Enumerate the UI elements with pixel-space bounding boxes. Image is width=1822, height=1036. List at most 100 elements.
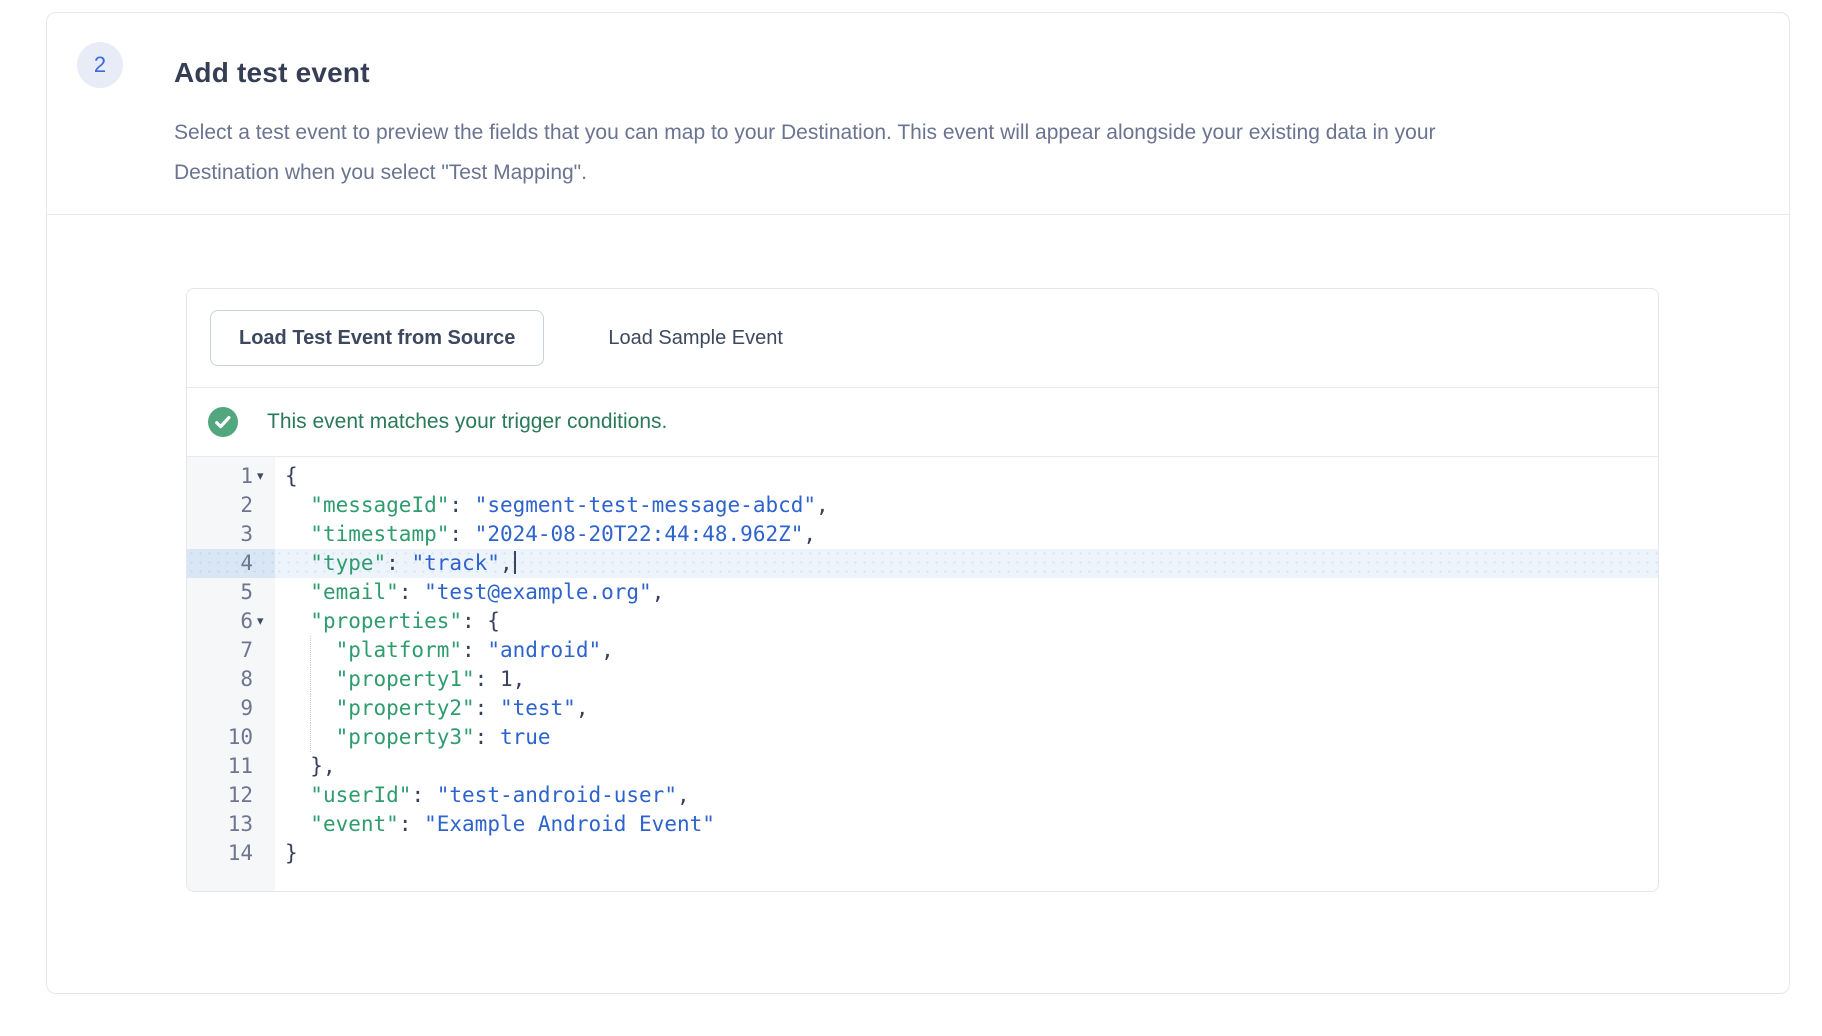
fold-arrow-icon[interactable]: ▾ (253, 607, 275, 636)
code-line-text: "userId": "test-android-user", (275, 781, 1658, 810)
line-number-gutter: 14 (187, 839, 275, 868)
code-line[interactable]: 11 }, (187, 752, 1658, 781)
line-number-gutter: 5 (187, 578, 275, 607)
divider (47, 214, 1789, 215)
text-cursor (514, 551, 516, 574)
code-line[interactable]: 8 "property1": 1, (187, 665, 1658, 694)
code-whitespace (285, 551, 310, 575)
code-token-punct: : (411, 783, 436, 807)
line-number-gutter: 9 (187, 694, 275, 723)
line-number-gutter: 8 (187, 665, 275, 694)
code-token-punct: : (475, 725, 500, 749)
code-token-punct: : (449, 522, 474, 546)
code-line[interactable]: 9 "property2": "test", (187, 694, 1658, 723)
code-line[interactable]: 6▾ "properties": { (187, 607, 1658, 636)
code-token-punct: : (475, 696, 500, 720)
code-line[interactable]: 4 "type": "track", (187, 549, 1658, 578)
line-number: 5 (240, 578, 253, 607)
code-token-punct: : (462, 638, 487, 662)
indent-guide-line (310, 694, 311, 723)
step-number-badge: 2 (77, 42, 123, 88)
line-number: 1 (240, 462, 253, 491)
code-line-text: "properties": { (275, 607, 1658, 636)
code-token-str: "test" (500, 696, 576, 720)
code-token-punct: { (285, 464, 298, 488)
code-line-text: "property2": "test", (275, 694, 1658, 723)
code-token-num: 1 (500, 667, 513, 691)
code-line[interactable]: 12 "userId": "test-android-user", (187, 781, 1658, 810)
line-number: 9 (240, 694, 253, 723)
code-token-key: "platform" (336, 638, 462, 662)
code-token-punct: : (399, 580, 424, 604)
line-number: 2 (240, 491, 253, 520)
line-number: 13 (228, 810, 253, 839)
code-token-key: "timestamp" (310, 522, 449, 546)
line-number: 8 (240, 665, 253, 694)
code-token-str: "2024-08-20T22:44:48.962Z" (475, 522, 804, 546)
code-token-key: "type" (310, 551, 386, 575)
step-card: 2 Add test event Select a test event to … (46, 12, 1790, 994)
code-line[interactable]: 13 "event": "Example Android Event" (187, 810, 1658, 839)
code-whitespace (285, 754, 310, 778)
load-sample-event-button[interactable]: Load Sample Event (602, 326, 789, 351)
code-token-punct: , (500, 551, 513, 575)
code-token-punct: : (386, 551, 411, 575)
indent-guide-line (310, 723, 311, 752)
code-token-key: "property2" (336, 696, 475, 720)
code-token-punct: , (803, 522, 816, 546)
code-token-key: "messageId" (310, 493, 449, 517)
load-test-event-button[interactable]: Load Test Event from Source (210, 310, 544, 366)
code-token-str: "segment-test-message-abcd" (475, 493, 816, 517)
test-event-panel: Load Test Event from Source Load Sample … (186, 288, 1659, 892)
code-token-punct: : (399, 812, 424, 836)
code-line-text: "platform": "android", (275, 636, 1658, 665)
code-whitespace (285, 812, 310, 836)
code-token-punct: , (601, 638, 614, 662)
code-token-key: "userId" (310, 783, 411, 807)
code-token-str: "track" (411, 551, 500, 575)
indent-guide-line (310, 636, 311, 665)
step-description: Select a test event to preview the field… (174, 113, 1504, 193)
line-number: 7 (240, 636, 253, 665)
code-token-punct: : (475, 667, 500, 691)
indent-guide-line (310, 665, 311, 694)
code-token-key: "event" (310, 812, 399, 836)
code-token-punct: : { (462, 609, 500, 633)
line-number: 12 (228, 781, 253, 810)
code-line[interactable]: 7 "platform": "android", (187, 636, 1658, 665)
code-line[interactable]: 2 "messageId": "segment-test-message-abc… (187, 491, 1658, 520)
code-line[interactable]: 3 "timestamp": "2024-08-20T22:44:48.962Z… (187, 520, 1658, 549)
code-token-str: "test-android-user" (437, 783, 677, 807)
code-line-text: "event": "Example Android Event" (275, 810, 1658, 839)
line-number: 3 (240, 520, 253, 549)
code-line[interactable]: 5 "email": "test@example.org", (187, 578, 1658, 607)
code-token-punct: : (449, 493, 474, 517)
code-whitespace (285, 783, 310, 807)
code-line[interactable]: 1▾ { (187, 462, 1658, 491)
code-editor[interactable]: 1▾{2 "messageId": "segment-test-message-… (187, 457, 1658, 892)
code-token-key: "property3" (336, 725, 475, 749)
line-number-gutter: 7 (187, 636, 275, 665)
code-line-text: "type": "track", (275, 549, 1658, 578)
line-number: 6 (240, 607, 253, 636)
line-number-gutter: 3 (187, 520, 275, 549)
code-line[interactable]: 14} (187, 839, 1658, 868)
line-number-gutter: 11 (187, 752, 275, 781)
line-number-gutter: 2 (187, 491, 275, 520)
code-line[interactable]: 10 "property3": true (187, 723, 1658, 752)
line-number: 14 (228, 839, 253, 868)
trigger-status-row: This event matches your trigger conditio… (187, 388, 1658, 457)
code-line-text: }, (275, 752, 1658, 781)
code-token-str: "Example Android Event" (424, 812, 715, 836)
code-line-text: "messageId": "segment-test-message-abcd"… (275, 491, 1658, 520)
code-token-punct: , (576, 696, 589, 720)
line-number-gutter: 4 (187, 549, 275, 578)
code-token-str: "android" (487, 638, 601, 662)
line-number-gutter: 13 (187, 810, 275, 839)
check-icon (208, 407, 238, 437)
code-token-punct: , (652, 580, 665, 604)
fold-arrow-icon[interactable]: ▾ (253, 462, 275, 491)
code-token-key: "property1" (336, 667, 475, 691)
code-token-punct: , (513, 667, 526, 691)
code-line-text: { (275, 462, 1658, 491)
